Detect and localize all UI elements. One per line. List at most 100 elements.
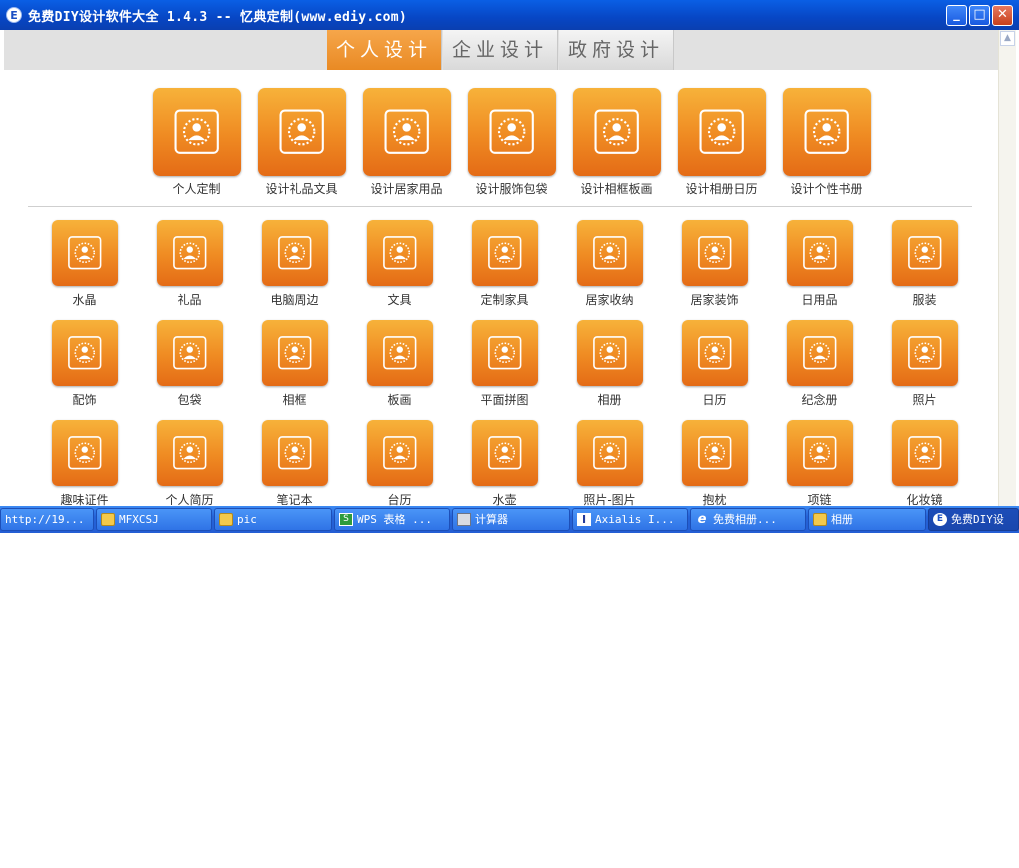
stool-icon[interactable] xyxy=(471,220,538,286)
taskbar-button[interactable]: 相册 xyxy=(808,508,926,531)
category-item[interactable]: 相框 xyxy=(242,320,347,408)
category-item[interactable]: 礼品 xyxy=(137,220,242,308)
keychain-icon[interactable] xyxy=(156,220,223,286)
featured-item-label: 设计相框板画 xyxy=(580,182,653,196)
taskbar-button[interactable]: pic xyxy=(214,508,332,531)
category-item[interactable]: 水壶 xyxy=(452,420,557,506)
taskbar-button[interactable]: I Axialis I... xyxy=(572,508,688,531)
category-item[interactable]: 板画 xyxy=(347,320,452,408)
crystal-icon[interactable] xyxy=(51,220,118,286)
category-item[interactable]: 笔记本 xyxy=(242,420,347,506)
title-bar[interactable]: E 免费DIY设计软件大全 1.4.3 -- 忆典定制(www.ediy.com… xyxy=(0,0,1019,30)
photo-album-icon[interactable] xyxy=(576,320,643,386)
category-item-label: 化妆镜 xyxy=(906,493,943,506)
category-item[interactable]: 趣味证件 xyxy=(32,420,137,506)
books-icon[interactable] xyxy=(782,88,871,176)
category-item[interactable]: 定制家具 xyxy=(452,220,557,308)
category-item-label: 相框 xyxy=(282,393,307,407)
category-item[interactable]: 纪念册 xyxy=(767,320,872,408)
close-button[interactable]: ✕ xyxy=(992,5,1013,26)
necklace-icon[interactable] xyxy=(786,420,853,486)
category-item[interactable]: 台历 xyxy=(347,420,452,506)
apparel-bag-icon[interactable] xyxy=(467,88,556,176)
cap-icon[interactable] xyxy=(51,320,118,386)
wall-clock-icon[interactable] xyxy=(681,220,748,286)
taskbar-button[interactable]: MFXCSJ xyxy=(96,508,212,531)
storage-box-icon[interactable] xyxy=(362,88,451,176)
category-item[interactable]: 包袋 xyxy=(137,320,242,408)
tab-personal-design[interactable]: 个人设计 xyxy=(327,30,442,70)
pencil-case-icon[interactable] xyxy=(366,220,433,286)
vertical-scrollbar[interactable]: ▲ xyxy=(998,30,1016,506)
taskbar-button[interactable]: S WPS 表格 ... xyxy=(334,508,450,531)
featured-item[interactable]: 设计服饰包袋 xyxy=(459,88,564,197)
compact-mirror-icon[interactable] xyxy=(891,420,958,486)
table-calendar-icon[interactable] xyxy=(366,420,433,486)
tshirt-icon[interactable] xyxy=(891,220,958,286)
category-item-label: 纪念册 xyxy=(801,393,838,407)
category-item[interactable]: 文具 xyxy=(347,220,452,308)
maximize-button[interactable]: □ xyxy=(969,5,990,26)
category-item[interactable]: 抱枕 xyxy=(662,420,767,506)
tab-government-design[interactable]: 政府设计 xyxy=(559,30,674,70)
minimize-button[interactable]: _ xyxy=(946,5,967,26)
taskbar-button-label: 计算器 xyxy=(475,513,508,526)
tab-enterprise-design[interactable]: 企业设计 xyxy=(443,30,558,70)
category-item-label: 配饰 xyxy=(72,393,97,407)
category-item[interactable]: 个人简历 xyxy=(137,420,242,506)
category-item[interactable]: 相册 xyxy=(557,320,662,408)
category-item[interactable]: 平面拼图 xyxy=(452,320,557,408)
taskbar-button[interactable]: 计算器 xyxy=(452,508,570,531)
category-item[interactable]: 居家收纳 xyxy=(557,220,662,308)
featured-item[interactable]: 设计个性书册 xyxy=(774,88,879,197)
backpack-icon[interactable] xyxy=(156,320,223,386)
certificate-icon[interactable] xyxy=(51,420,118,486)
category-item[interactable]: 居家装饰 xyxy=(662,220,767,308)
resume-icon[interactable] xyxy=(156,420,223,486)
category-item[interactable]: 水晶 xyxy=(32,220,137,308)
mug-icon[interactable] xyxy=(257,88,346,176)
bottle-icon[interactable] xyxy=(471,420,538,486)
picture-icon[interactable] xyxy=(576,420,643,486)
category-item[interactable]: 项链 xyxy=(767,420,872,506)
notebook-icon[interactable] xyxy=(261,420,328,486)
featured-item[interactable]: 设计居家用品 xyxy=(354,88,459,197)
category-item[interactable]: 照片-图片 xyxy=(557,420,662,506)
round-mirror-icon[interactable] xyxy=(366,320,433,386)
featured-item[interactable]: 设计礼品文具 xyxy=(249,88,354,197)
ie-icon: e xyxy=(697,512,707,527)
taskbar-button[interactable]: E 免费DIY设 xyxy=(928,508,1019,531)
scroll-up-arrow-icon[interactable]: ▲ xyxy=(1000,31,1015,46)
taskbar-button[interactable]: e 免费相册... xyxy=(690,508,806,531)
featured-item[interactable]: 个人定制 xyxy=(144,88,249,197)
category-item[interactable]: 电脑周边 xyxy=(242,220,347,308)
section-divider xyxy=(28,206,972,207)
featured-item[interactable]: 设计相册日历 xyxy=(669,88,774,197)
category-item[interactable]: 化妆镜 xyxy=(872,420,977,506)
category-item[interactable]: 日历 xyxy=(662,320,767,408)
personal-custom-icon[interactable] xyxy=(152,88,241,176)
pillow-icon[interactable] xyxy=(681,420,748,486)
photo-print-icon[interactable] xyxy=(891,320,958,386)
taskbar-button[interactable]: http://19... xyxy=(0,508,94,531)
taskbar: http://19... MFXCSJ pic S WPS 表格 ... 计算器 I Axia… xyxy=(0,506,1019,533)
category-item[interactable]: 照片 xyxy=(872,320,977,408)
category-item[interactable]: 配饰 xyxy=(32,320,137,408)
main-content: 个人定制 设计礼品文具 设计居家用品 设计服饰包袋 设计相框板画 设计相册日历 设计个性书册… xyxy=(4,70,998,506)
cups-icon[interactable] xyxy=(786,220,853,286)
laptop-table-icon[interactable] xyxy=(261,220,328,286)
desk-calendar-icon[interactable] xyxy=(681,320,748,386)
category-item-label: 水晶 xyxy=(72,293,97,307)
window-title: 免费DIY设计软件大全 1.4.3 -- 忆典定制(www.ediy.com) xyxy=(28,9,408,25)
category-item-label: 服装 xyxy=(912,293,937,307)
memorial-book-icon[interactable] xyxy=(786,320,853,386)
frame-stand-icon[interactable] xyxy=(261,320,328,386)
puzzle-icon[interactable] xyxy=(471,320,538,386)
category-item[interactable]: 服装 xyxy=(872,220,977,308)
featured-item[interactable]: 设计相框板画 xyxy=(564,88,669,197)
calendar-icon[interactable] xyxy=(677,88,766,176)
app-icon: E xyxy=(933,513,947,526)
trash-bin-icon[interactable] xyxy=(576,220,643,286)
category-item[interactable]: 日用品 xyxy=(767,220,872,308)
photo-frame-icon[interactable] xyxy=(572,88,661,176)
